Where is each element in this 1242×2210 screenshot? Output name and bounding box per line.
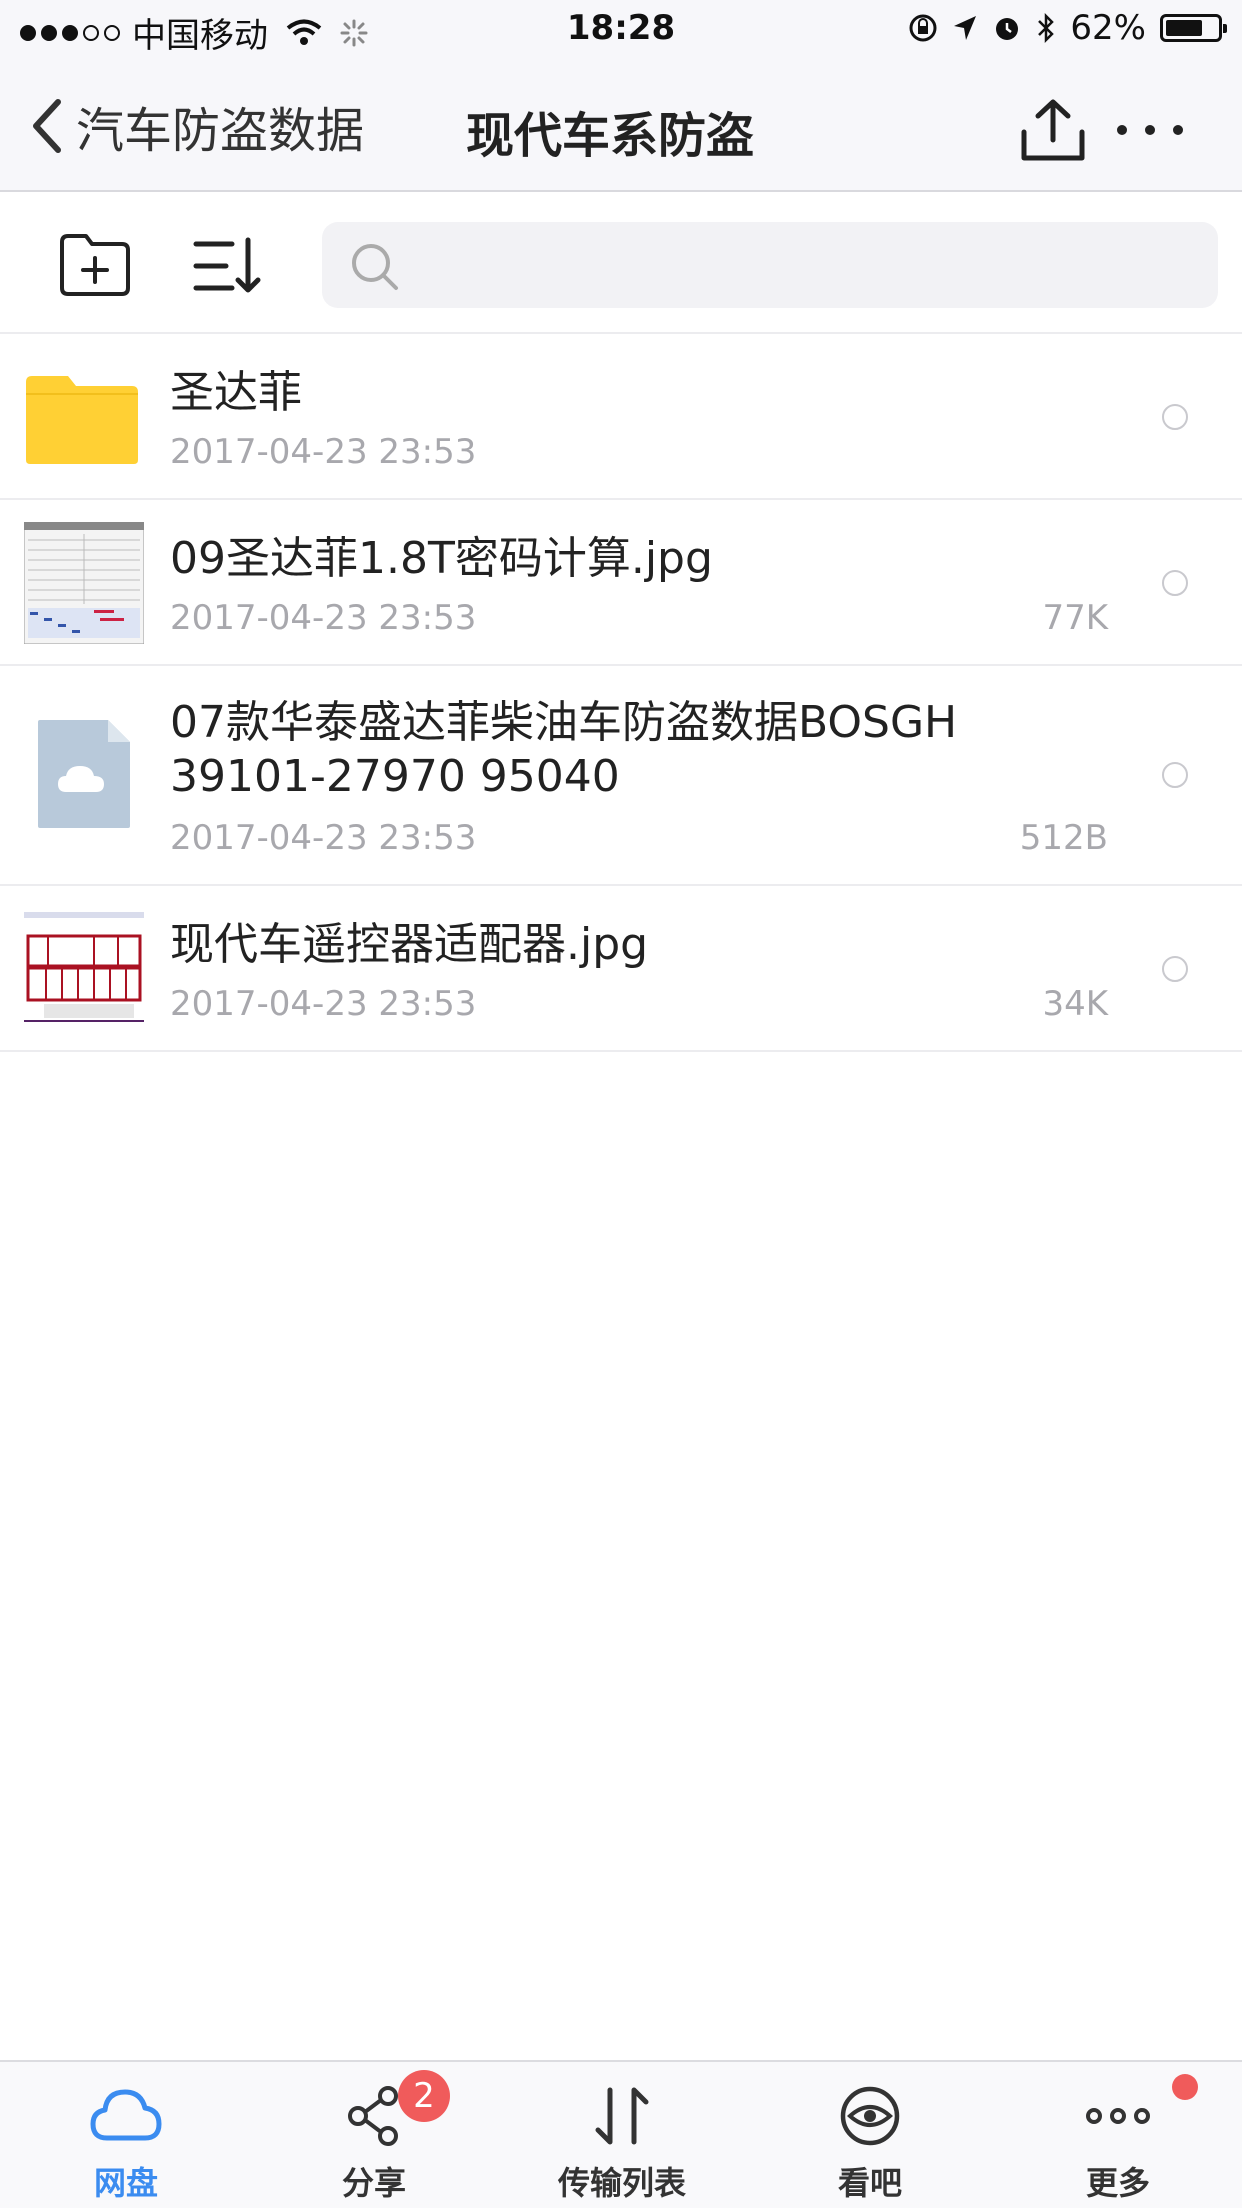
folder-icon [26, 376, 138, 464]
list-item-image[interactable]: 现代车遥控器适配器.jpg 2017-04-23 23:53 34K [0, 886, 1242, 1052]
alarm-icon [996, 18, 1019, 40]
more-notification-dot [1172, 2074, 1198, 2100]
file-date: 2017-04-23 23:53 [170, 432, 477, 472]
more-dots-icon [1086, 2108, 1150, 2124]
search-input[interactable] [322, 222, 1218, 308]
tab-share[interactable]: 分享 [250, 2062, 498, 2210]
status-right: 62% [908, 8, 1227, 48]
select-checkbox[interactable] [1162, 404, 1188, 430]
file-name: 09圣达菲1.8T密码计算.jpg [170, 533, 713, 584]
file-date: 2017-04-23 23:53 [170, 598, 477, 638]
file-name: 圣达菲 [170, 367, 302, 418]
file-size: 512B [1019, 818, 1108, 858]
chevron-left-icon [33, 99, 61, 153]
tab-netdisk[interactable]: 网盘 [2, 2062, 250, 2210]
location-icon [954, 16, 977, 40]
select-checkbox[interactable] [1162, 762, 1188, 788]
file-list: 圣达菲 2017-04-23 23:53 09圣达菲1.8T密码计算.jpg 2… [0, 334, 1242, 1052]
new-folder-icon[interactable] [58, 232, 132, 298]
eye-icon [840, 2086, 900, 2146]
orientation-lock-icon [909, 14, 937, 42]
list-item-folder[interactable]: 圣达菲 2017-04-23 23:53 [0, 334, 1242, 500]
back-label: 汽车防盗数据 [76, 103, 365, 159]
battery-icon [1160, 14, 1227, 42]
share-badge: 2 [398, 2070, 450, 2122]
list-item-image[interactable]: 09圣达菲1.8T密码计算.jpg 2017-04-23 23:53 77K [0, 500, 1242, 666]
file-size: 34K [1042, 984, 1108, 1024]
file-date: 2017-04-23 23:53 [170, 818, 477, 858]
tab-label: 更多 [1085, 2164, 1150, 2202]
transfer-icon [595, 2087, 649, 2145]
upload-icon[interactable] [1018, 96, 1088, 166]
cloud-file-icon [38, 720, 130, 828]
file-name-line2: 39101-27970 95040 [170, 751, 620, 802]
tab-transfer-list[interactable]: 传输列表 [498, 2062, 746, 2210]
status-bar: 中国移动 18:28 62% [0, 0, 1242, 60]
more-options-icon[interactable] [1110, 110, 1190, 150]
search-icon [352, 244, 398, 290]
list-item-file[interactable]: 07款华泰盛达菲柴油车防盗数据BOSGH 39101-27970 95040 2… [0, 666, 1242, 886]
tab-label: 传输列表 [557, 2164, 686, 2202]
tab-more[interactable]: 更多 [994, 2062, 1242, 2210]
image-thumbnail-icon [24, 910, 144, 1028]
tab-kanba[interactable]: 看吧 [746, 2062, 994, 2210]
file-date: 2017-04-23 23:53 [170, 984, 477, 1024]
select-checkbox[interactable] [1162, 570, 1188, 596]
navigation-bar: 汽车防盗数据 现代车系防盗 [0, 60, 1242, 192]
file-name: 现代车遥控器适配器.jpg [170, 919, 649, 970]
tab-bar: 网盘 分享 传输列表 看吧 更多 [0, 2060, 1242, 2208]
battery-percent: 62% [1070, 8, 1146, 48]
select-checkbox[interactable] [1162, 956, 1188, 982]
tab-label: 分享 [341, 2164, 406, 2202]
file-size: 77K [1042, 598, 1108, 638]
bluetooth-icon [1038, 12, 1055, 44]
back-button[interactable]: 汽车防盗数据 [30, 90, 364, 162]
page-title: 现代车系防盗 [466, 108, 755, 164]
cloud-icon [90, 2089, 162, 2141]
file-toolbar [0, 192, 1242, 334]
share-icon [348, 2086, 398, 2146]
image-thumbnail-icon [24, 522, 144, 644]
file-name-line1: 07款华泰盛达菲柴油车防盗数据BOSGH [170, 697, 958, 748]
tab-label: 网盘 [93, 2164, 158, 2202]
sort-icon[interactable] [192, 236, 264, 296]
tab-label: 看吧 [837, 2164, 902, 2202]
